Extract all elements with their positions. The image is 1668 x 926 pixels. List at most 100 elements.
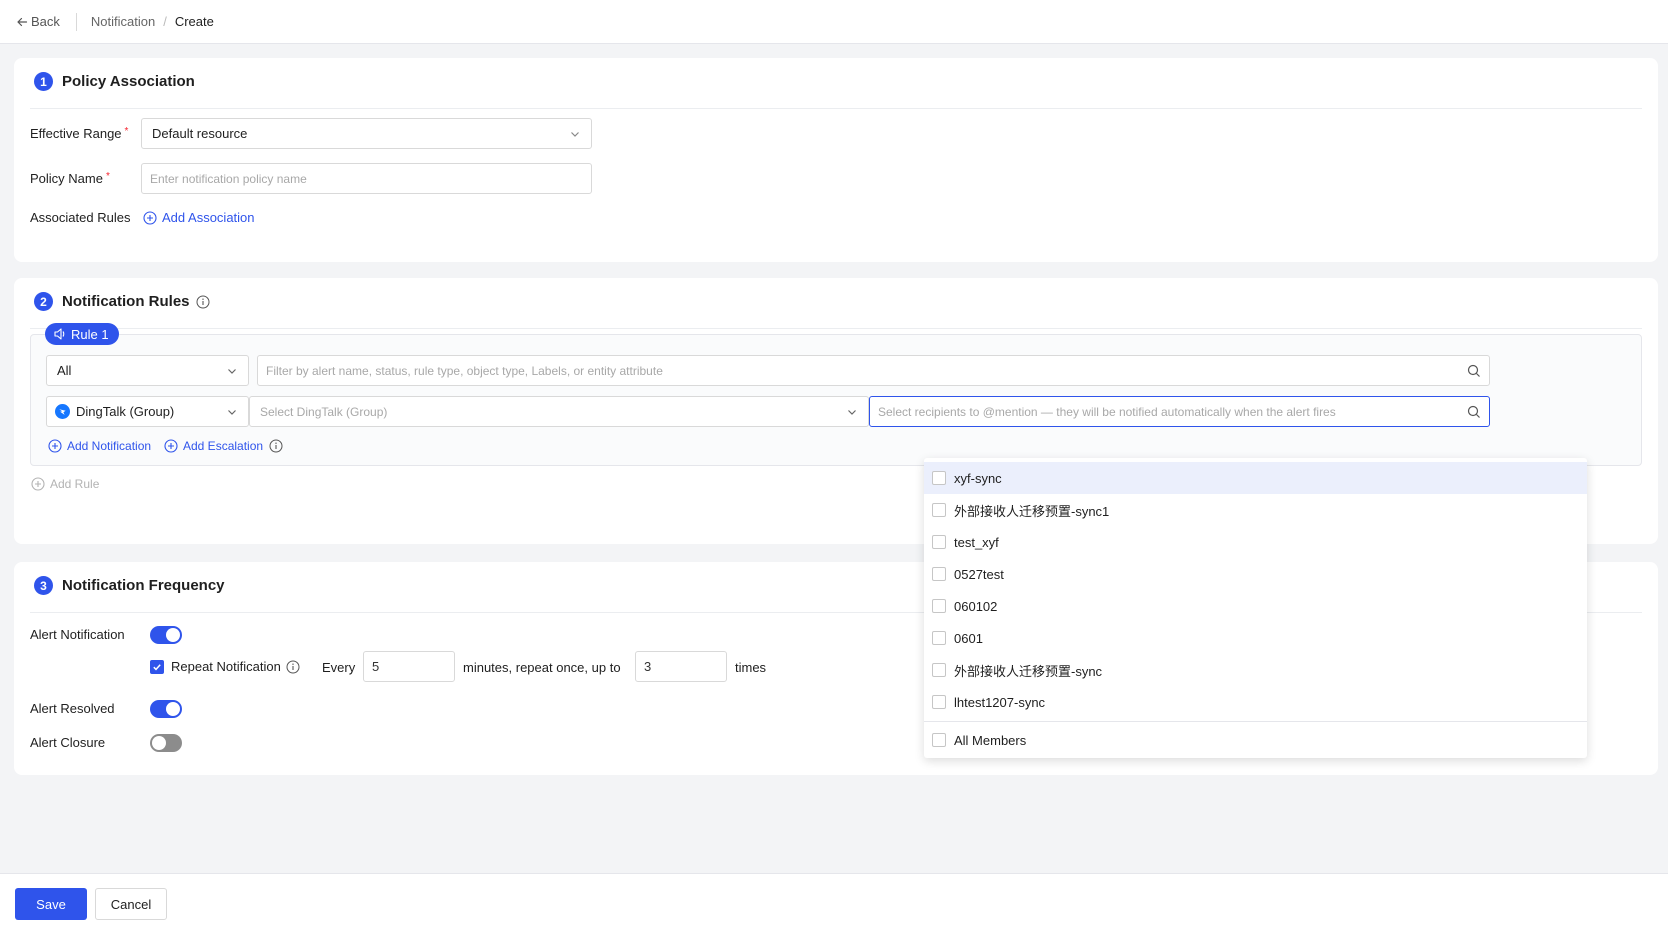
checkbox[interactable]	[932, 631, 946, 645]
channel-target-select[interactable]: Select DingTalk (Group)	[249, 396, 869, 427]
toggle-knob	[166, 628, 180, 642]
scope-select[interactable]: All	[46, 355, 249, 386]
checkbox[interactable]	[932, 733, 946, 747]
breadcrumb: Notification / Create	[91, 14, 214, 29]
dropdown-option[interactable]: 0601	[924, 622, 1587, 654]
checkbox[interactable]	[932, 663, 946, 677]
dropdown-option[interactable]: 外部接收人迁移预置-sync1	[924, 494, 1587, 526]
option-label: 0601	[954, 630, 983, 646]
section-title: Policy Association	[62, 73, 195, 90]
alert-notification-toggle[interactable]	[150, 626, 182, 644]
info-icon[interactable]	[286, 660, 300, 674]
info-icon[interactable]	[269, 439, 283, 453]
mention-dropdown: xyf-sync 外部接收人迁移预置-sync1 test_xyf 0527te…	[924, 458, 1587, 758]
channel-select[interactable]: DingTalk (Group)	[46, 396, 249, 427]
associated-rules-label: Associated Rules	[30, 210, 131, 225]
arrow-left-icon	[17, 17, 28, 26]
rule-tag[interactable]: Rule 1	[45, 323, 119, 345]
top-bar: Back Notification / Create	[0, 0, 1668, 44]
section-title: Notification Frequency	[62, 577, 225, 594]
dropdown-option[interactable]: 0527test	[924, 558, 1587, 590]
effective-range-value: Default resource	[152, 126, 248, 141]
dropdown-option[interactable]: 060102	[924, 590, 1587, 622]
add-rule-button[interactable]: Add Rule	[31, 477, 99, 491]
max-times-input[interactable]: 3	[635, 651, 727, 682]
dropdown-option[interactable]: lhtest1207-sync	[924, 686, 1587, 718]
dropdown-option[interactable]: xyf-sync	[924, 462, 1587, 494]
dingtalk-icon	[55, 404, 70, 419]
channel-target-placeholder: Select DingTalk (Group)	[260, 404, 388, 419]
add-rule-label: Add Rule	[50, 477, 100, 491]
chevron-down-icon	[228, 409, 236, 415]
scope-value: All	[57, 363, 72, 378]
times-label: times	[735, 660, 767, 675]
every-label: Every	[322, 660, 356, 675]
breadcrumb-notification[interactable]: Notification	[91, 14, 155, 29]
filter-input[interactable]: Filter by alert name, status, rule type,…	[257, 355, 1490, 386]
speaker-icon	[54, 328, 65, 340]
option-label: lhtest1207-sync	[954, 694, 1046, 710]
back-label: Back	[31, 14, 60, 29]
toggle-knob	[166, 702, 180, 716]
all-members-option[interactable]: All Members	[924, 724, 1587, 756]
plus-circle-icon	[143, 210, 157, 225]
check-icon	[153, 663, 161, 670]
filter-placeholder: Filter by alert name, status, rule type,…	[266, 363, 663, 378]
save-button[interactable]: Save	[15, 888, 87, 920]
rule-tag-label: Rule 1	[71, 326, 109, 342]
breadcrumb-separator: /	[163, 14, 167, 29]
plus-circle-icon	[164, 439, 178, 453]
checkbox[interactable]	[932, 599, 946, 613]
toggle-knob	[152, 736, 166, 750]
chevron-down-icon	[228, 368, 236, 374]
divider	[924, 721, 1587, 722]
repeat-notification-checkbox[interactable]: Repeat Notification	[150, 659, 300, 674]
notification-rules-header: 2 Notification Rules	[34, 292, 210, 311]
all-members-label: All Members	[954, 732, 1027, 748]
option-label: 外部接收人迁移预置-sync	[954, 663, 1103, 679]
add-escalation-label: Add Escalation	[183, 439, 264, 453]
add-association-label: Add Association	[162, 210, 255, 225]
plus-circle-icon	[48, 439, 62, 453]
dropdown-option[interactable]: 外部接收人迁移预置-sync	[924, 654, 1587, 686]
cancel-button[interactable]: Cancel	[95, 888, 167, 920]
plus-circle-icon	[31, 477, 45, 491]
alert-closure-label: Alert Closure	[30, 735, 106, 750]
footer-bar: Save Cancel	[0, 873, 1668, 926]
policy-name-placeholder: Enter notification policy name	[150, 171, 307, 186]
divider	[30, 328, 1642, 329]
divider	[75, 12, 77, 31]
dropdown-option[interactable]: test_xyf	[924, 526, 1587, 558]
alert-resolved-toggle[interactable]	[150, 700, 182, 718]
times-value: 3	[644, 659, 652, 674]
repeat-notification-label: Repeat Notification	[171, 659, 281, 674]
every-value: 5	[372, 659, 380, 674]
checkbox[interactable]	[932, 503, 946, 517]
step-number: 3	[34, 576, 53, 595]
info-icon[interactable]	[196, 295, 210, 309]
notification-frequency-header: 3 Notification Frequency	[34, 576, 225, 595]
add-association-button[interactable]: Add Association	[143, 210, 255, 225]
mention-input[interactable]: Select recipients to @mention — they wil…	[869, 396, 1490, 427]
effective-range-label-text: Effective Range	[30, 126, 122, 141]
checkbox[interactable]	[932, 535, 946, 549]
add-notification-label: Add Notification	[67, 439, 152, 453]
policy-association-card: 1 Policy Association Effective Range * De…	[14, 58, 1658, 262]
required-marker: *	[105, 171, 110, 182]
back-button[interactable]: Back	[16, 14, 60, 29]
step-number: 1	[34, 72, 53, 91]
step-number: 2	[34, 292, 53, 311]
alert-closure-toggle[interactable]	[150, 734, 182, 752]
effective-range-select[interactable]: Default resource	[141, 118, 592, 149]
section-title: Notification Rules	[62, 293, 190, 310]
checkbox[interactable]	[932, 695, 946, 709]
add-escalation-button[interactable]: Add Escalation	[164, 439, 288, 453]
checkbox[interactable]	[932, 567, 946, 581]
policy-name-input[interactable]: Enter notification policy name	[141, 163, 592, 194]
chevron-down-icon	[848, 409, 856, 415]
checkbox[interactable]	[932, 471, 946, 485]
every-minutes-input[interactable]: 5	[363, 651, 455, 682]
checkbox-checked[interactable]	[150, 659, 164, 674]
add-notification-button[interactable]: Add Notification	[48, 439, 151, 453]
option-label: xyf-sync	[954, 470, 1002, 486]
